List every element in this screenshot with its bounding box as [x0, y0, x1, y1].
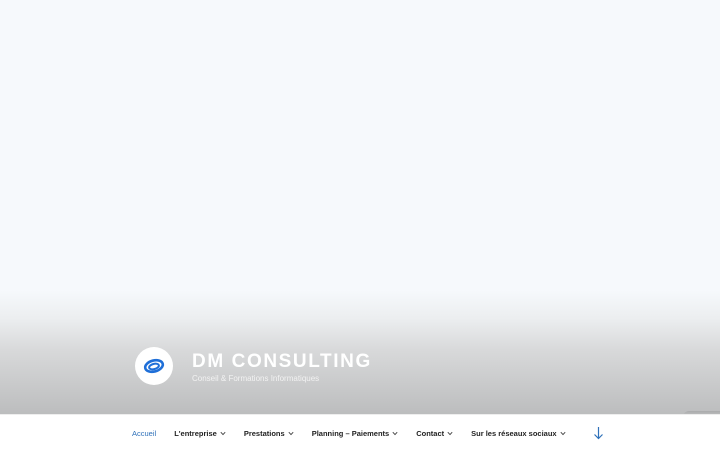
site-logo[interactable] — [135, 347, 173, 385]
nav-item-planning[interactable]: Planning – Paiements — [312, 429, 399, 438]
nav-item-label: Sur les réseaux sociaux — [471, 428, 557, 438]
chevron-down-icon — [392, 431, 398, 435]
nav-item-label: Planning – Paiements — [311, 428, 390, 438]
chevron-down-icon — [447, 431, 453, 435]
nav-item-entreprise[interactable]: L'entreprise — [174, 429, 226, 438]
nav-item-label: Prestations — [243, 428, 285, 438]
nav-item-prestations[interactable]: Prestations — [244, 429, 294, 438]
main-navigation: Accueil L'entreprise Prestations Plannin… — [0, 414, 720, 451]
header-hero: DM CONSULTING Conseil & Formations Infor… — [0, 0, 720, 414]
chevron-down-icon — [560, 431, 566, 435]
chevron-down-icon — [220, 431, 226, 435]
nav-item-reseaux-sociaux[interactable]: Sur les réseaux sociaux — [471, 428, 566, 438]
dm-logo-icon — [143, 358, 165, 374]
site-description: Conseil & Formations Informatiques — [192, 374, 320, 383]
nav-item-label: Accueil — [132, 428, 157, 438]
nav-menu: Accueil L'entreprise Prestations Plannin… — [132, 415, 584, 451]
chevron-down-icon — [288, 431, 294, 435]
arrow-down-icon[interactable] — [593, 426, 604, 440]
nav-item-label: Contact — [416, 428, 445, 438]
nav-item-contact[interactable]: Contact — [416, 429, 453, 438]
nav-item-label: L'entreprise — [174, 428, 217, 438]
site-title[interactable]: DM CONSULTING — [192, 351, 372, 373]
nav-item-accueil[interactable]: Accueil — [132, 429, 156, 438]
